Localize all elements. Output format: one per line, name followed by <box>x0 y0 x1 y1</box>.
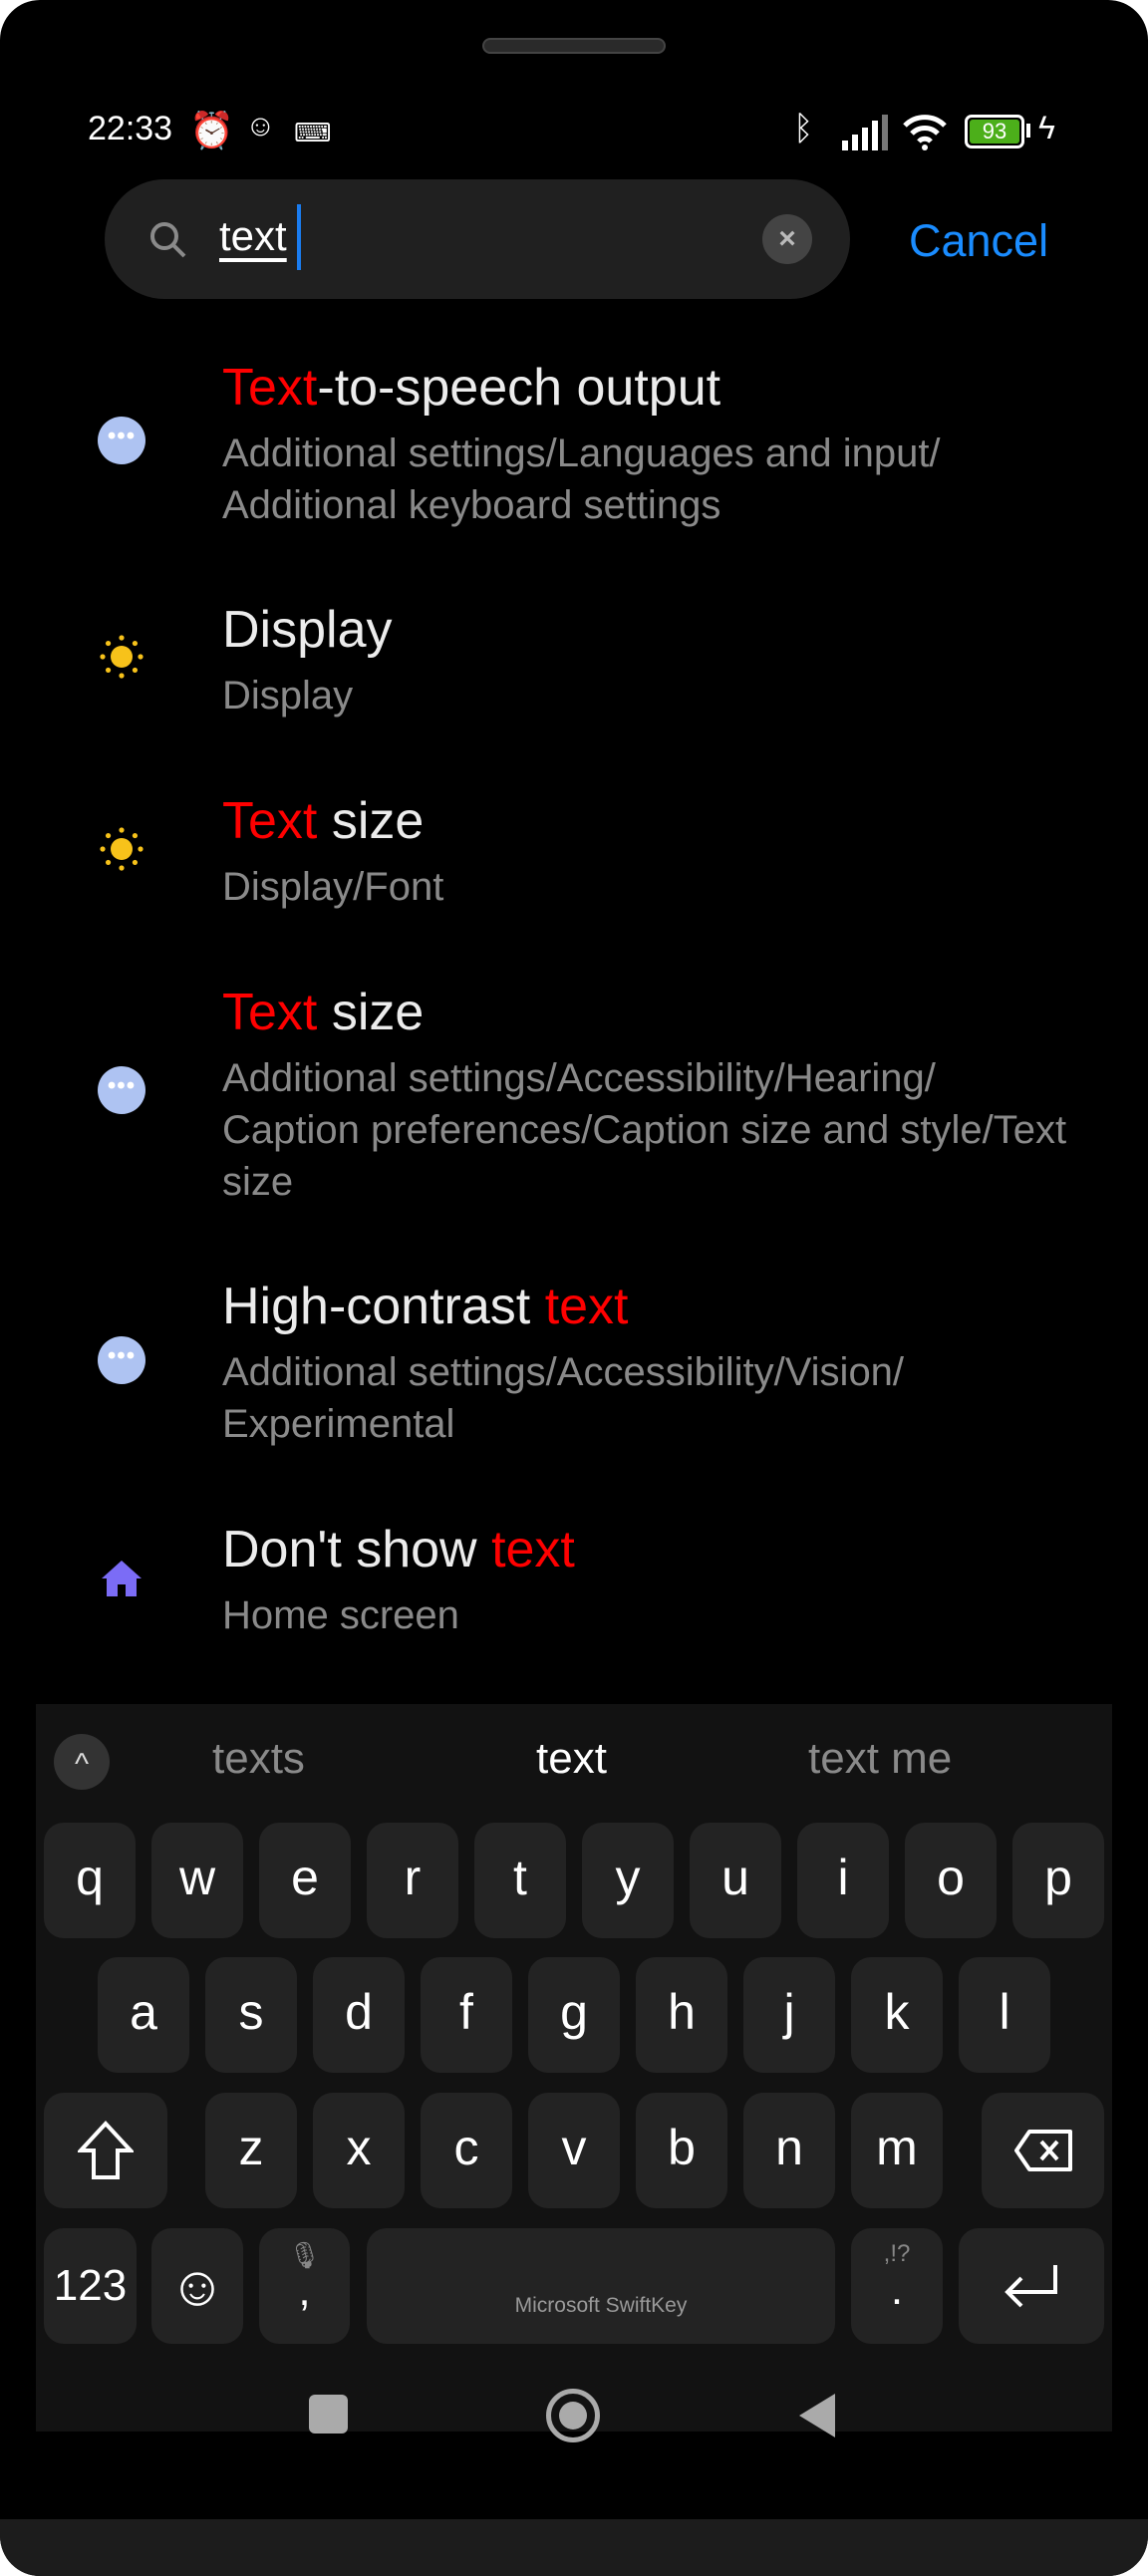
emoji-key[interactable]: ☺ <box>151 2228 243 2344</box>
punctuation-hint: ,!? <box>883 2240 911 2267</box>
charging-icon: ϟ <box>1038 110 1055 145</box>
clear-search-button[interactable]: × <box>762 214 812 264</box>
back-button[interactable] <box>797 2392 837 2439</box>
key-m[interactable]: m <box>851 2093 943 2208</box>
result-title: Display <box>222 600 393 660</box>
title-part: -to-speech output <box>317 359 721 417</box>
battery-level: 93 <box>970 120 1019 143</box>
space-label: Microsoft SwiftKey <box>514 2294 688 2317</box>
key-r[interactable]: r <box>367 1823 458 1938</box>
status-time: 22:33 <box>88 110 173 147</box>
key-x[interactable]: x <box>313 2093 405 2208</box>
key-n[interactable]: n <box>743 2093 835 2208</box>
phone-chin <box>0 2519 1148 2576</box>
numbers-key[interactable]: 123 <box>44 2228 137 2344</box>
sun-icon <box>100 635 144 679</box>
battery-tip <box>1026 124 1030 138</box>
speaker-grille <box>482 38 666 54</box>
recents-button[interactable] <box>309 2395 348 2433</box>
result-title: High-contrast text <box>222 1277 629 1336</box>
search-bar[interactable] <box>105 179 850 299</box>
period-key[interactable]: ,!? . <box>851 2228 943 2344</box>
key-e[interactable]: e <box>259 1823 351 1938</box>
result-title: Don't show text <box>222 1520 575 1579</box>
alarm-icon: ⏰ <box>189 110 234 150</box>
title-part: Text <box>222 792 318 850</box>
shift-key[interactable] <box>44 2093 167 2208</box>
result-title: Text size <box>222 791 424 851</box>
result-subtitle: Display/Font <box>222 865 444 909</box>
key-s[interactable]: s <box>205 1957 297 2073</box>
cancel-button[interactable]: Cancel <box>909 215 1048 267</box>
result-title: Text-to-speech output <box>222 358 720 418</box>
title-part: size <box>317 792 425 850</box>
suggestion-2[interactable]: text <box>536 1734 607 1784</box>
backspace-icon <box>1013 2130 1072 2171</box>
emoji-icon: ☺ <box>168 2254 226 2317</box>
space-key[interactable]: Microsoft SwiftKey <box>367 2228 835 2344</box>
key-c[interactable]: c <box>421 2093 512 2208</box>
result-subtitle: Additional settings/Accessibility/Vision… <box>222 1350 905 1446</box>
key-a[interactable]: a <box>98 1957 189 2073</box>
key-p[interactable]: p <box>1012 1823 1104 1938</box>
key-l[interactable]: l <box>959 1957 1050 2073</box>
signal-icon <box>842 115 888 150</box>
sun-icon <box>100 827 144 871</box>
key-w[interactable]: w <box>151 1823 243 1938</box>
keyboard-icon: ⌨ <box>294 118 332 147</box>
backspace-key[interactable] <box>982 2093 1104 2208</box>
home-button[interactable] <box>546 2389 600 2442</box>
key-d[interactable]: d <box>313 1957 405 2073</box>
comma-key[interactable]: 🎙 , <box>259 2228 350 2344</box>
battery-icon: 93 <box>965 115 1024 148</box>
result-subtitle: Home screen <box>222 1593 459 1637</box>
title-part: text <box>544 1278 629 1335</box>
search-input[interactable]: text <box>219 212 287 260</box>
phone-screen: 22:33 ⏰ ☺ ⌨ ᛒ 93 ϟ text × Cancel ••• Text… <box>0 0 1148 2576</box>
title-part: Text <box>222 359 318 417</box>
title-part: High-contrast <box>222 1278 545 1335</box>
title-part: text <box>491 1521 575 1578</box>
more-dots-icon: ••• <box>98 1066 145 1114</box>
wifi-icon <box>903 115 947 150</box>
key-h[interactable]: h <box>636 1957 727 2073</box>
bluetooth-icon: ᛒ <box>793 110 814 147</box>
key-f[interactable]: f <box>421 1957 512 2073</box>
result-subtitle: Additional settings/Accessibility/Hearin… <box>222 1056 1067 1204</box>
title-part: Display <box>222 601 393 659</box>
more-dots-icon: ••• <box>98 1336 145 1384</box>
more-dots-icon: ••• <box>98 417 145 464</box>
key-i[interactable]: i <box>797 1823 889 1938</box>
key-u[interactable]: u <box>690 1823 781 1938</box>
key-y[interactable]: y <box>582 1823 674 1938</box>
result-subtitle: Additional settings/Languages and input/… <box>222 431 941 527</box>
app-notification-icon: ☺ <box>245 110 276 143</box>
shift-icon <box>76 2121 136 2179</box>
home-icon <box>102 1561 142 1596</box>
text-cursor <box>297 204 301 270</box>
enter-icon <box>1004 2265 1057 2308</box>
key-b[interactable]: b <box>636 2093 727 2208</box>
key-q[interactable]: q <box>44 1823 136 1938</box>
title-part: Text <box>222 984 318 1041</box>
suggestion-1[interactable]: texts <box>212 1734 305 1784</box>
title-part: Don't show <box>222 1521 492 1578</box>
period-label: . <box>890 2265 904 2314</box>
key-o[interactable]: o <box>905 1823 997 1938</box>
key-z[interactable]: z <box>205 2093 297 2208</box>
key-v[interactable]: v <box>528 2093 620 2208</box>
expand-toolbar-button[interactable]: ^ <box>54 1734 110 1790</box>
suggestion-3[interactable]: text me <box>808 1734 952 1784</box>
enter-key[interactable] <box>959 2228 1104 2344</box>
title-part: size <box>317 984 425 1041</box>
result-title: Text size <box>222 983 424 1042</box>
result-subtitle: Display <box>222 674 354 717</box>
comma-label: , <box>298 2266 311 2315</box>
search-icon <box>150 222 186 258</box>
key-t[interactable]: t <box>474 1823 566 1938</box>
key-g[interactable]: g <box>528 1957 620 2073</box>
key-k[interactable]: k <box>851 1957 943 2073</box>
key-j[interactable]: j <box>743 1957 835 2073</box>
